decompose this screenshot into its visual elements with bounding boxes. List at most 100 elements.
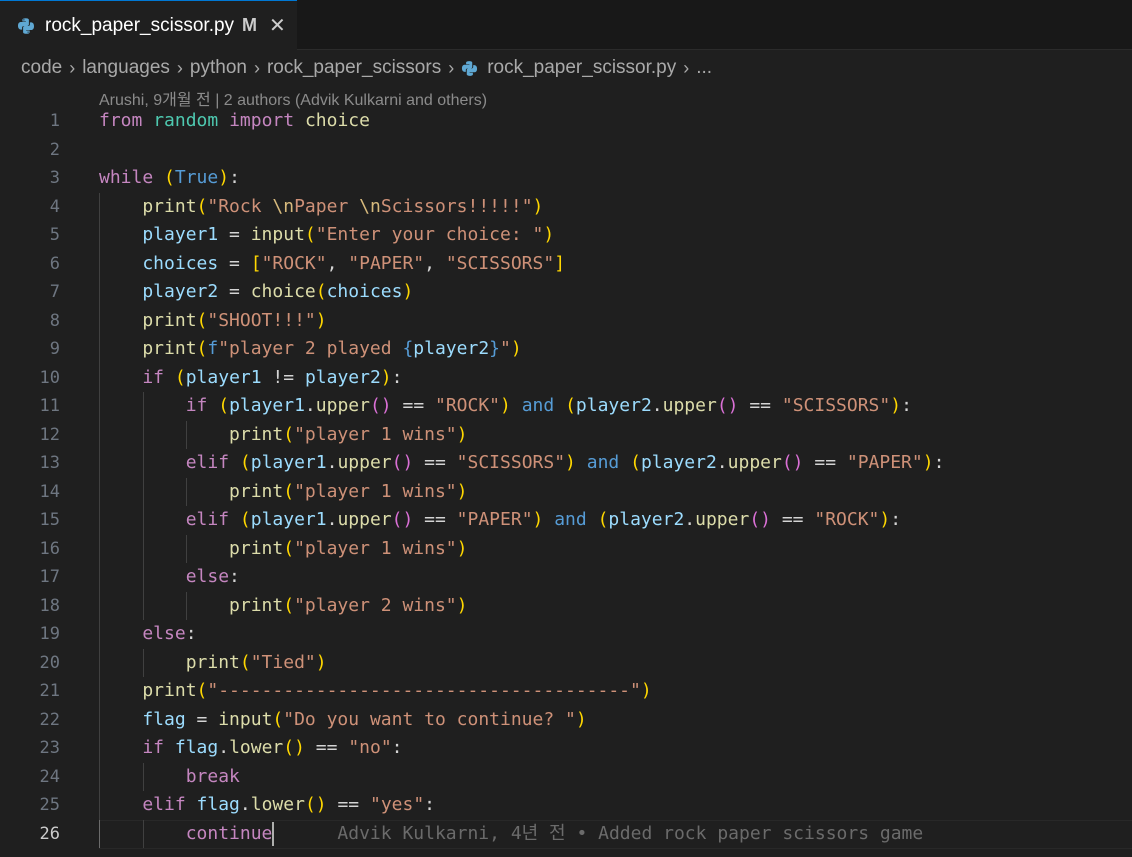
code-token: (	[283, 423, 295, 445]
code-token: :	[933, 452, 945, 473]
code-token: (	[597, 509, 609, 530]
code-token: "ROCK"	[814, 509, 880, 530]
inline-blame: Advik Kulkarni, 4년 전 • Added rock paper …	[337, 822, 924, 844]
code-line[interactable]: 14 print("player 1 wins")	[0, 477, 1132, 506]
code-token: )	[532, 195, 544, 217]
code-token: ==	[413, 452, 457, 473]
indent-guide	[186, 534, 187, 563]
code-token: )	[543, 224, 555, 245]
tab-bar: rock_paper_scissor.py M ✕	[0, 0, 1132, 50]
line-number: 2	[49, 139, 60, 160]
code-token: ==	[391, 395, 435, 416]
code-text: print("Tied")	[186, 649, 327, 678]
code-line[interactable]: 26 continue Advik Kulkarni, 4년 전 • Added r…	[0, 819, 1132, 848]
breadcrumb-languages[interactable]: languages	[82, 57, 170, 79]
code-token: (	[283, 594, 295, 616]
code-line[interactable]: 7 player2 = choice(choices)	[0, 278, 1132, 307]
indent-guide	[142, 392, 144, 421]
code-token: player1	[229, 395, 305, 416]
breadcrumb-file[interactable]: rock_paper_scissor.py	[487, 57, 676, 79]
code-token: ==	[771, 509, 815, 530]
code-line[interactable]: 2	[0, 136, 1132, 165]
tab-rock-paper-scissor[interactable]: rock_paper_scissor.py M ✕	[0, 0, 297, 50]
code-token: [	[250, 252, 262, 274]
code-line[interactable]: 16 print("player 1 wins")	[0, 534, 1132, 563]
indent-guide	[99, 819, 101, 848]
breadcrumb-code[interactable]: code	[21, 57, 62, 79]
code-line[interactable]: 24 break	[0, 762, 1132, 791]
code-line[interactable]: 10 if (player1 != player2):	[0, 363, 1132, 392]
indent-guide	[99, 791, 101, 820]
breadcrumb-python[interactable]: python	[190, 57, 247, 79]
code-token: upper	[695, 509, 750, 530]
code-line[interactable]: 19 else:	[0, 620, 1132, 649]
code-token: {	[402, 338, 414, 359]
code-text: player2 = choice(choices)	[142, 278, 413, 307]
code-line[interactable]: 17 else:	[0, 563, 1132, 592]
code-token: :	[391, 366, 403, 388]
indent-guide	[99, 335, 101, 364]
code-line[interactable]: 13 elif (player1.upper() == "SCISSORS") a…	[0, 449, 1132, 478]
code-line[interactable]: 8 print("SHOOT!!!")	[0, 306, 1132, 335]
breadcrumb-symbols[interactable]: ...	[696, 57, 712, 79]
code-token: choice	[304, 110, 370, 131]
code-token: .	[239, 794, 251, 815]
code-line[interactable]: 22 flag = input("Do you want to continue?…	[0, 705, 1132, 734]
code-token: )	[532, 509, 544, 530]
code-token: player2	[304, 366, 381, 388]
code-line[interactable]: 18 print("player 2 wins")	[0, 591, 1132, 620]
code-token: flag	[196, 794, 240, 815]
code-token: .	[716, 452, 728, 473]
code-token: )	[879, 509, 891, 530]
line-number: 4	[49, 196, 60, 217]
code-token: "player 1 wins"	[294, 423, 457, 445]
code-line[interactable]: 23 if flag.lower() == "no":	[0, 734, 1132, 763]
code-token: (	[283, 480, 295, 502]
indent-guide	[142, 648, 144, 677]
code-token: upper	[337, 452, 392, 473]
code-line[interactable]: 20 print("Tied")	[0, 648, 1132, 678]
code-token: :	[391, 737, 403, 758]
line-number: 7	[49, 282, 60, 302]
code-token: .	[218, 737, 230, 758]
code-token: (	[218, 395, 230, 416]
chevron-right-icon: ›	[683, 57, 690, 78]
indent-guide	[99, 506, 101, 535]
code-token: )	[402, 281, 414, 302]
code-line[interactable]: 5 player1 = input("Enter your choice: ")	[0, 221, 1132, 250]
code-token: ==	[803, 452, 847, 473]
code-text: print(f"player 2 played {player2}")	[142, 335, 521, 364]
code-token: player2	[640, 452, 717, 473]
indent-guide	[99, 620, 101, 649]
close-icon[interactable]: ✕	[269, 13, 286, 38]
code-line[interactable]: 12 print("player 1 wins")	[0, 420, 1132, 449]
code-token: lower	[229, 737, 284, 758]
chevron-right-icon: ›	[69, 57, 76, 78]
code-line[interactable]: 3 while (True):	[0, 164, 1132, 193]
code-token: =	[218, 224, 251, 245]
code-line[interactable]: 4 print("Rock \nPaper \nScissors!!!!!")	[0, 192, 1132, 221]
code-line[interactable]: 6 choices = ["ROCK", "PAPER", "SCISSORS"]	[0, 249, 1132, 278]
code-line[interactable]: 21 print("-------------------------------…	[0, 677, 1132, 706]
code-line[interactable]: 11 if (player1.upper() == "ROCK") and (pl…	[0, 392, 1132, 421]
code-token: flag	[174, 737, 219, 758]
breadcrumb-rock-paper-scissors[interactable]: rock_paper_scissors	[267, 57, 441, 79]
indent-guide	[142, 563, 144, 592]
code-line[interactable]: 15 elif (player1.upper() == "PAPER") and …	[0, 506, 1132, 535]
indent-guide	[99, 306, 101, 335]
line-number: 21	[39, 681, 60, 701]
code-token: )	[922, 452, 934, 473]
code-line[interactable]: 1 from random import choice	[0, 107, 1132, 136]
code-line[interactable]: 9 print(f"player 2 played {player2}")	[0, 335, 1132, 364]
chevron-right-icon: ›	[448, 57, 455, 78]
code-token: player2	[413, 338, 490, 359]
code-text: if flag.lower() == "no":	[142, 734, 402, 763]
code-line[interactable]: 25 elif flag.lower() == "yes":	[0, 791, 1132, 820]
code-token: player2	[608, 509, 685, 530]
indent-guide	[142, 477, 144, 506]
indent-guide	[99, 534, 101, 563]
code-token: upper	[337, 509, 392, 530]
code-token: (	[283, 537, 295, 559]
